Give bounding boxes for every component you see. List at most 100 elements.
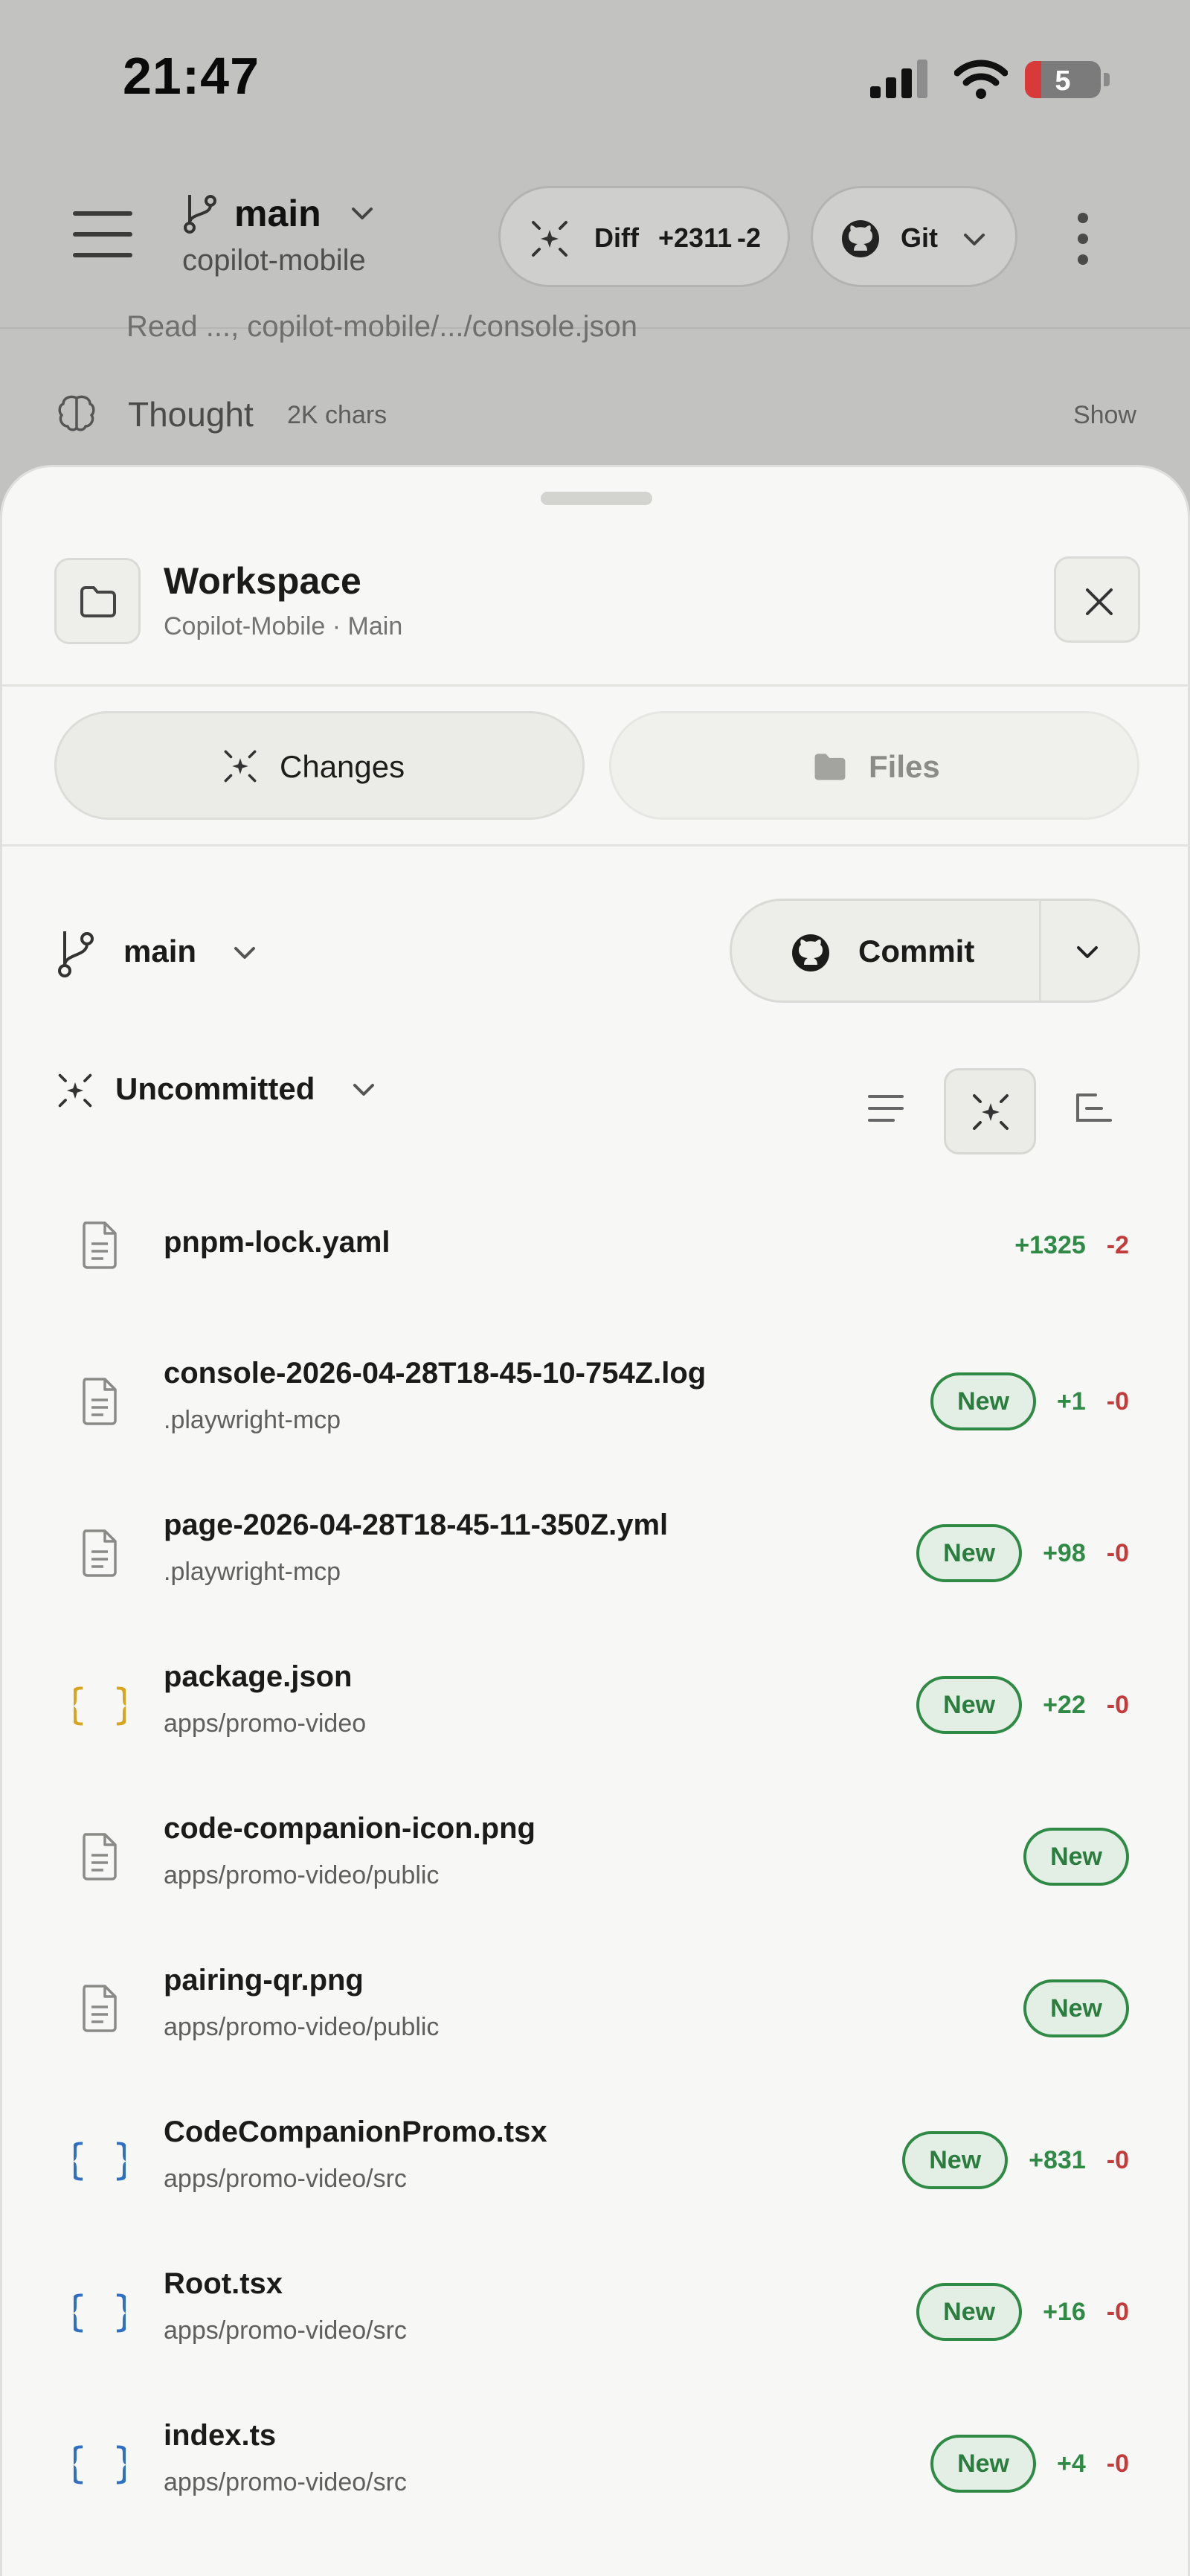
file-path: apps/promo-video/public bbox=[164, 2013, 440, 2041]
file-stats: New bbox=[1023, 1979, 1129, 2038]
list-view-icon[interactable] bbox=[863, 1086, 908, 1131]
file-path: apps/promo-video bbox=[164, 1709, 367, 1738]
wifi-icon bbox=[954, 60, 1008, 99]
file-stats: New +1 -0 bbox=[930, 1372, 1129, 1431]
git-branch-icon bbox=[58, 931, 94, 977]
sparkle-diff-icon bbox=[58, 1073, 92, 1108]
tab-files-label: Files bbox=[869, 749, 940, 784]
file-name: index.ts bbox=[164, 2419, 277, 2452]
new-badge: New bbox=[930, 1372, 1036, 1430]
brain-icon bbox=[58, 395, 95, 431]
tabs-divider bbox=[2, 844, 1190, 847]
deletions-count: -0 bbox=[1106, 1690, 1129, 1719]
file-name: console-2026-04-28T18-45-10-754Z.log bbox=[164, 1357, 707, 1390]
thought-show-button[interactable]: Show bbox=[1073, 401, 1136, 430]
header-branch-name[interactable]: main bbox=[234, 192, 321, 235]
file-row[interactable]: { } Root.tsx apps/promo-video/src New +16 -0 bbox=[2, 2236, 1190, 2388]
github-icon bbox=[792, 934, 829, 971]
file-row[interactable]: { } index.ts apps/promo-video/src New +4 -0 bbox=[2, 2388, 1190, 2540]
sheet-subtitle: Copilot-Mobile · Main bbox=[164, 612, 403, 640]
more-options-icon[interactable] bbox=[1075, 213, 1090, 265]
diff-view-toggle[interactable] bbox=[944, 1068, 1036, 1154]
file-name: CodeCompanionPromo.tsx bbox=[164, 2116, 547, 2148]
chevron-down-icon bbox=[964, 234, 985, 245]
battery-level: 5 bbox=[1055, 65, 1071, 97]
sparkle-diff-icon bbox=[224, 750, 257, 783]
thought-cut-text: Read ..., copilot-mobile/.../console.jso… bbox=[126, 310, 638, 343]
file-stats: New +831 -0 bbox=[902, 2130, 1129, 2190]
branch-selector[interactable]: main bbox=[123, 934, 196, 969]
json-braces-icon: { } bbox=[62, 1678, 137, 1730]
tab-changes[interactable]: Changes bbox=[54, 711, 585, 820]
git-branch-icon bbox=[184, 195, 216, 234]
tree-view-icon[interactable] bbox=[1072, 1086, 1116, 1131]
sheet-grabber[interactable] bbox=[541, 492, 652, 505]
sparkle-diff-icon bbox=[532, 221, 567, 257]
scope-selector[interactable]: Uncommitted bbox=[115, 1071, 315, 1107]
file-stats: +1325 -2 bbox=[1014, 1215, 1129, 1275]
svg-text:{ }: { } bbox=[74, 2287, 126, 2336]
new-badge: New bbox=[916, 2283, 1023, 2341]
file-row[interactable]: code-companion-icon.png apps/promo-video/… bbox=[2, 1781, 1190, 1933]
code-braces-icon: { } bbox=[62, 2133, 137, 2185]
additions-count: +4 bbox=[1057, 2449, 1086, 2478]
additions-count: +831 bbox=[1029, 2145, 1086, 2174]
tab-changes-label: Changes bbox=[280, 749, 405, 784]
close-icon bbox=[1086, 588, 1113, 615]
sparkle-diff-icon bbox=[973, 1094, 1009, 1130]
new-badge: New bbox=[1023, 1979, 1129, 2037]
folder-icon bbox=[814, 754, 846, 780]
code-braces-icon: { } bbox=[62, 2285, 137, 2337]
file-row[interactable]: page-2026-04-28T18-45-11-350Z.yml .playwr… bbox=[2, 1477, 1190, 1629]
app-header: main copilot-mobile Diff +2311 -2 Git bbox=[0, 156, 1190, 327]
commit-split-divider bbox=[1039, 901, 1041, 1000]
new-badge: New bbox=[930, 2435, 1036, 2493]
file-row[interactable]: console-2026-04-28T18-45-10-754Z.log .pla… bbox=[2, 1326, 1190, 1477]
file-icon bbox=[74, 1218, 126, 1271]
svg-text:{ }: { } bbox=[74, 2136, 126, 2184]
chevron-down-icon[interactable] bbox=[1074, 941, 1101, 963]
chevron-down-icon[interactable] bbox=[350, 202, 375, 225]
additions-count: +1325 bbox=[1014, 1230, 1086, 1259]
git-menu-button[interactable]: Git bbox=[811, 186, 1017, 287]
thought-meta: 2K chars bbox=[287, 401, 387, 429]
file-stats: New +4 -0 bbox=[930, 2434, 1129, 2493]
deletions-count: -0 bbox=[1106, 1538, 1129, 1567]
diff-button[interactable]: Diff +2311 -2 bbox=[498, 186, 790, 287]
new-badge: New bbox=[916, 1524, 1023, 1582]
chevron-down-icon[interactable] bbox=[231, 942, 258, 964]
commit-label: Commit bbox=[858, 934, 975, 969]
file-row[interactable]: pnpm-lock.yaml +1325 -2 bbox=[2, 1174, 1190, 1326]
file-name: page-2026-04-28T18-45-11-350Z.yml bbox=[164, 1509, 669, 1541]
file-row[interactable]: { }types.d.tsNew bbox=[2, 2540, 1190, 2576]
file-name: pnpm-lock.yaml bbox=[164, 1226, 390, 1259]
file-icon bbox=[74, 1830, 126, 1882]
sheet-title: Workspace bbox=[164, 560, 361, 602]
file-path: .playwright-mcp bbox=[164, 1558, 341, 1586]
header-repo-name: copilot-mobile bbox=[182, 244, 366, 277]
additions-count: +16 bbox=[1043, 2297, 1086, 2326]
tab-files[interactable]: Files bbox=[609, 711, 1139, 820]
chevron-down-icon[interactable] bbox=[350, 1079, 377, 1101]
code-braces-icon: { } bbox=[62, 2437, 137, 2489]
menu-icon[interactable] bbox=[73, 208, 132, 260]
file-name: pairing-qr.png bbox=[164, 1964, 364, 1997]
additions-count: +98 bbox=[1043, 1538, 1086, 1567]
commit-button[interactable]: Commit bbox=[730, 899, 1140, 1003]
deletions-count: -0 bbox=[1106, 2449, 1129, 2478]
battery-cap bbox=[1104, 73, 1110, 86]
file-row[interactable]: pairing-qr.png apps/promo-video/public New bbox=[2, 1933, 1190, 2084]
file-stats: New +16 -0 bbox=[916, 2282, 1129, 2342]
status-bar: 21:47 5 bbox=[0, 0, 1190, 156]
deletions-count: -0 bbox=[1106, 2145, 1129, 2174]
file-row[interactable]: { } package.json apps/promo-video New +22 -0 bbox=[2, 1629, 1190, 1781]
file-stats: New +98 -0 bbox=[916, 1523, 1129, 1583]
file-path: apps/promo-video/src bbox=[164, 2316, 407, 2345]
close-button[interactable] bbox=[1054, 556, 1140, 643]
folder-icon bbox=[54, 558, 141, 644]
thought-row[interactable]: Read ..., copilot-mobile/.../console.jso… bbox=[0, 310, 1190, 450]
file-icon bbox=[74, 1526, 126, 1578]
git-label: Git bbox=[901, 222, 938, 253]
cellular-signal-icon bbox=[870, 60, 930, 98]
file-row[interactable]: { } CodeCompanionPromo.tsx apps/promo-vide… bbox=[2, 2084, 1190, 2236]
